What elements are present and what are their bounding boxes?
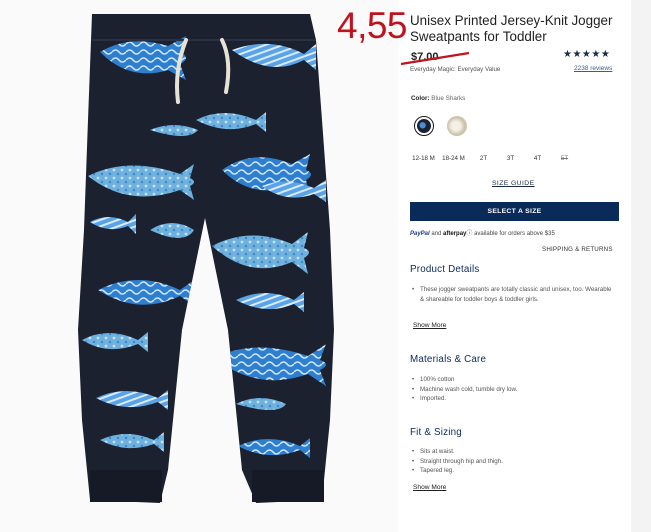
color-label-value: Blue Sharks [431,95,466,102]
materials-care-list: 100% cotton Machine wash cold, tumble dr… [412,375,617,404]
materials-care-heading[interactable]: Materials & Care [410,354,486,365]
size-option-2t[interactable]: 2T [470,149,497,167]
fit-sizing-heading[interactable]: Fit & Sizing [410,427,462,438]
list-item: Imported. [412,394,617,404]
size-option-3t[interactable]: 3T [497,149,524,167]
payment-options: PayPal and afterpayⓘ available for order… [410,228,555,237]
swatch-blue-sharks-icon [417,119,431,133]
color-label-key: Color: [411,95,430,102]
overlay-price-annotation: 4,55 [337,5,408,46]
size-option-5t-unavailable[interactable]: 5T [551,149,578,167]
size-options: 12-18 M 18-24 M 2T 3T 4T 5T [410,149,578,167]
fit-sizing-list: Sits at waist. Straight through hip and … [412,447,617,476]
fit-sizing-show-more[interactable]: Show More [413,484,446,491]
jogger-pants-illustration [78,14,334,503]
size-option-18-24m[interactable]: 18-24 M [437,149,470,167]
swatch-blue-sharks[interactable] [414,116,434,136]
swatch-cream-print[interactable] [447,116,467,136]
product-details-heading[interactable]: Product Details [410,264,479,275]
size-option-12-18m[interactable]: 12-18 M [410,149,437,167]
size-guide-link[interactable]: SIZE GUIDE [492,180,535,187]
list-item: 100% cotton [412,375,617,385]
reviews-link[interactable]: 2238 reviews [574,65,612,72]
list-item: Machine wash cold, tumble dry low. [412,385,617,395]
shipping-returns-link[interactable]: SHIPPING & RETURNS [542,246,613,253]
afterpay-info-icon[interactable]: ⓘ [466,231,472,237]
select-a-size-button[interactable]: SELECT A SIZE [410,202,619,221]
list-item: Sits at waist. [412,447,617,457]
payment-and: and [431,231,442,237]
list-item: These jogger sweatpants are totally clas… [412,285,617,304]
paypal-logo: PayPal [410,231,430,237]
list-item: Straight through hip and thigh. [412,457,617,467]
product-title: Unisex Printed Jersey-Knit Jogger Sweatp… [410,13,613,44]
price-strikethrough-mark [400,51,470,66]
product-details-show-more[interactable]: Show More [413,322,446,329]
afterpay-logo: afterpay [443,231,467,237]
size-option-4t[interactable]: 4T [524,149,551,167]
price-note: Everyday Magic: Everyday Value [410,66,501,73]
product-details-list: These jogger sweatpants are totally clas… [412,285,617,304]
scrollbar-track[interactable] [631,0,651,532]
payment-note: available for orders above $35 [474,231,555,237]
list-item: Tapered leg. [412,466,617,476]
color-label: Color: Blue Sharks [411,95,465,102]
rating-stars-icon: ★★★★★ [563,49,611,60]
product-image[interactable] [0,0,398,532]
